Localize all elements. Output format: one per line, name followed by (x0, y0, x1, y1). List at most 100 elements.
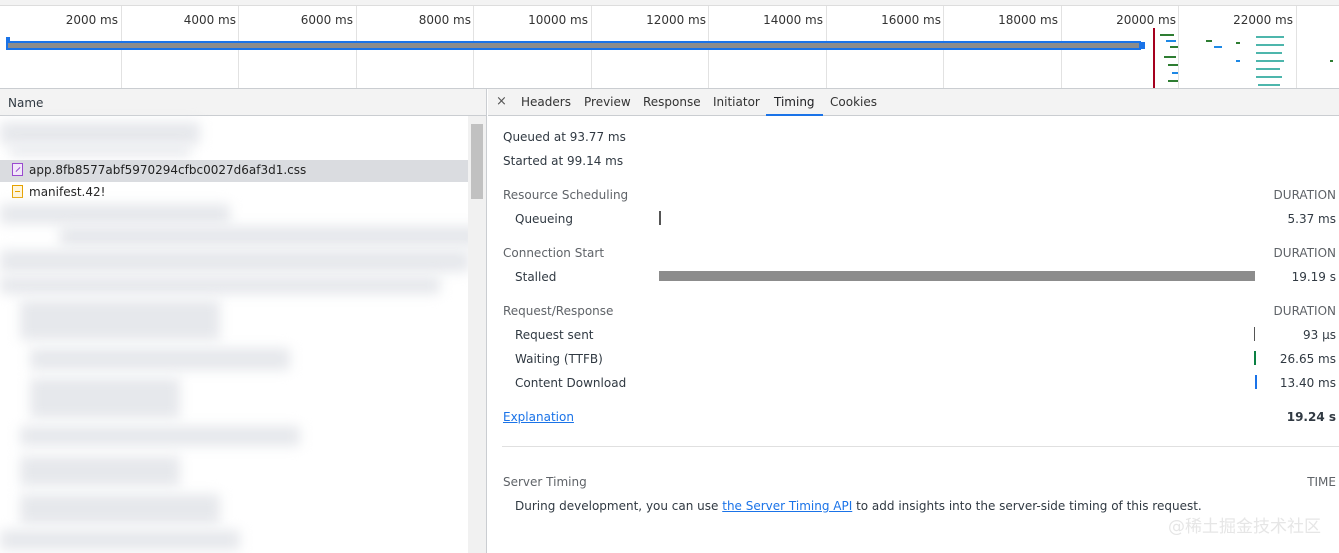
tick-label: 16000 ms (881, 13, 941, 27)
server-timing-text: to add insights into the server-side tim… (852, 499, 1202, 513)
queueing-label: Queueing (515, 212, 573, 226)
name-column-header[interactable]: Name (0, 89, 486, 116)
request-mark (1172, 72, 1178, 74)
server-timing-text: During development, you can use (515, 499, 723, 513)
tick-label: 2000 ms (65, 13, 118, 27)
request-mark (1168, 64, 1178, 66)
duration-label: DURATION (1273, 188, 1336, 202)
content-download-value: 13.40 ms (1279, 376, 1336, 390)
request-mark (1170, 46, 1178, 48)
section-request-response: Request/Response (503, 304, 614, 318)
load-event-marker (1153, 28, 1155, 88)
stalled-bar (659, 271, 1255, 281)
redacted-row (20, 426, 300, 446)
tab-headers[interactable]: Headers (513, 89, 579, 116)
section-resource-scheduling: Resource Scheduling (503, 188, 629, 202)
request-mark (1330, 60, 1333, 62)
request-mark (1164, 56, 1176, 58)
request-mark (1256, 36, 1284, 38)
watermark: @稀土掘金技术社区 (1168, 517, 1321, 537)
timing-content: Queued at 93.77 ms Started at 99.14 ms R… (488, 116, 1339, 553)
request-mark (1256, 76, 1282, 78)
tick-label: 18000 ms (998, 13, 1058, 27)
table-row-selected[interactable]: app.8fb8577abf5970294cfbc0027d6af3d1.css (0, 160, 468, 182)
request-mark (1166, 40, 1176, 42)
request-mark (1160, 34, 1174, 36)
divider (502, 446, 1339, 447)
redacted-row (0, 530, 240, 550)
redacted-row (20, 494, 220, 524)
request-mark (1256, 60, 1284, 62)
tab-preview[interactable]: Preview (576, 89, 639, 116)
request-mark (1214, 46, 1222, 48)
table-row[interactable]: manifest.42! (0, 182, 468, 202)
request-mark (1206, 40, 1212, 42)
tick-label: 10000 ms (528, 13, 588, 27)
close-icon[interactable]: × (496, 94, 507, 109)
tick-label: 8000 ms (418, 13, 471, 27)
queueing-value: 5.37 ms (1287, 212, 1336, 226)
request-name: manifest.42! (29, 185, 106, 199)
waiting-ttfb-value: 26.65 ms (1279, 352, 1336, 366)
request-mark (1236, 60, 1240, 62)
manifest-icon (12, 185, 23, 198)
request-mark (1256, 44, 1284, 46)
explanation-link[interactable]: Explanation (503, 410, 574, 424)
request-sent-label: Request sent (515, 328, 594, 342)
redacted-row (0, 250, 470, 272)
waiting-ttfb-bar (1254, 351, 1256, 365)
time-label: TIME (1307, 475, 1336, 489)
name-column-label: Name (8, 96, 44, 110)
details-tab-bar: × Headers Preview Response Initiator Tim… (488, 89, 1339, 116)
request-mark (1236, 42, 1240, 44)
gridline (1296, 6, 1297, 88)
total-duration: 19.24 s (1286, 410, 1336, 424)
server-timing-api-link[interactable]: the Server Timing API (722, 499, 852, 513)
redacted-row (20, 300, 220, 340)
duration-label: DURATION (1273, 246, 1336, 260)
tab-timing[interactable]: Timing (766, 89, 823, 116)
redacted-row (20, 456, 180, 486)
request-list-pane: Name app.8fb8577abf5970294cfbc0027d6af3d… (0, 89, 487, 553)
tick-label: 22000 ms (1233, 13, 1293, 27)
filter-bar-remnant (0, 0, 1339, 6)
redacted-row (0, 204, 230, 224)
redacted-row (30, 378, 180, 418)
request-mark (1256, 52, 1282, 54)
content-download-label: Content Download (515, 376, 627, 390)
tick-label: 4000 ms (183, 13, 236, 27)
tick-label: 6000 ms (300, 13, 353, 27)
request-mark (1256, 68, 1280, 70)
gridline (1178, 6, 1179, 88)
started-at: Started at 99.14 ms (503, 154, 624, 168)
waiting-ttfb-label: Waiting (TTFB) (515, 352, 603, 366)
queued-at: Queued at 93.77 ms (503, 130, 626, 144)
request-list-scrollbar[interactable] (468, 116, 486, 553)
scrollbar-thumb[interactable] (471, 124, 483, 199)
stalled-label: Stalled (515, 270, 557, 284)
request-mark (1168, 80, 1178, 82)
request-sent-bar (1254, 327, 1255, 341)
section-connection-start: Connection Start (503, 246, 605, 260)
tick-label: 20000 ms (1116, 13, 1176, 27)
stylesheet-icon (12, 163, 23, 176)
selected-request-bar-end (1141, 42, 1145, 49)
redacted-row (30, 348, 290, 370)
tab-initiator[interactable]: Initiator (705, 89, 768, 116)
request-name: app.8fb8577abf5970294cfbc0027d6af3d1.css (29, 163, 307, 177)
network-overview[interactable]: 2000 ms 4000 ms 6000 ms 8000 ms 10000 ms… (0, 0, 1339, 89)
server-timing-note: During development, you can use the Serv… (515, 499, 1202, 513)
section-server-timing: Server Timing (503, 475, 587, 489)
redacted-row (60, 226, 480, 246)
tick-label: 14000 ms (763, 13, 823, 27)
queueing-bar (659, 211, 661, 225)
redacted-row (0, 276, 440, 294)
duration-label: DURATION (1273, 304, 1336, 318)
request-list: app.8fb8577abf5970294cfbc0027d6af3d1.css… (0, 116, 480, 553)
tab-response[interactable]: Response (635, 89, 709, 116)
request-sent-value: 93 µs (1303, 328, 1336, 342)
tick-label: 12000 ms (646, 13, 706, 27)
content-download-bar (1255, 375, 1257, 389)
redacted-row (10, 146, 190, 156)
tab-cookies[interactable]: Cookies (822, 89, 885, 116)
